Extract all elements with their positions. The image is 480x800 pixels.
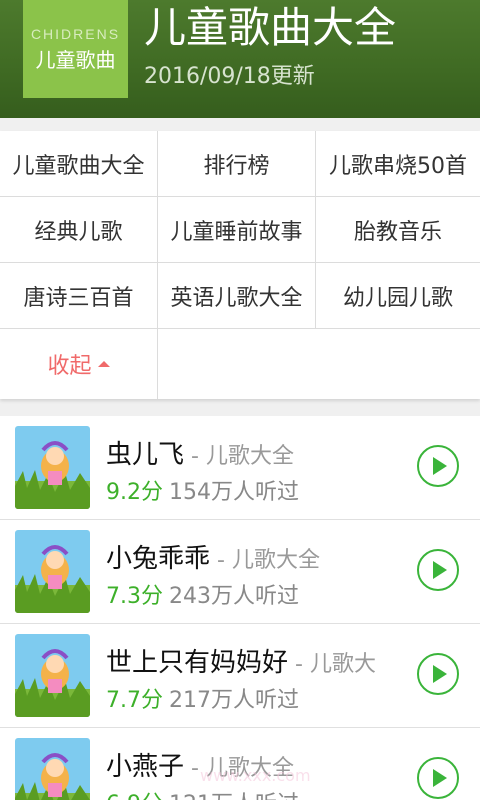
song-meta: 9.2分 154万人听过 xyxy=(106,474,299,506)
logo-chinese-text: 儿童歌曲 xyxy=(35,47,116,72)
play-icon xyxy=(433,457,447,475)
play-button[interactable] xyxy=(417,653,459,695)
song-row[interactable]: 虫儿飞 - 儿歌大全 9.2分 154万人听过 xyxy=(0,416,480,520)
song-subtitle: - 儿歌大全 xyxy=(184,444,294,469)
category-item[interactable]: 儿歌串烧50首 xyxy=(316,131,480,197)
song-title: 世上只有妈妈好 xyxy=(106,648,289,678)
song-subtitle: - 儿歌大 xyxy=(288,652,376,677)
song-meta: 6.9分 121万人听过 xyxy=(106,786,299,800)
song-list: 虫儿飞 - 儿歌大全 9.2分 154万人听过 小兔乖乖 - 儿歌大全 7.3分 2… xyxy=(0,416,480,800)
category-item[interactable]: 胎教音乐 xyxy=(316,197,480,263)
song-title: 小燕子 xyxy=(106,752,185,782)
song-thumbnail xyxy=(15,738,90,800)
song-thumbnail xyxy=(15,426,90,509)
category-grid: 儿童歌曲大全 排行榜 儿歌串烧50首 经典儿歌 儿童睡前故事 胎教音乐 唐诗三百… xyxy=(0,131,480,399)
app-logo: CHIDRENS 儿童歌曲 xyxy=(23,0,128,98)
song-score: 7.7分 xyxy=(106,688,163,713)
song-subtitle: - 儿歌大全 xyxy=(210,548,320,573)
play-button[interactable] xyxy=(417,445,459,487)
play-icon xyxy=(433,665,447,683)
song-thumbnail xyxy=(15,634,90,717)
song-title: 虫儿飞 xyxy=(106,440,185,470)
song-listeners: 121万人听过 xyxy=(169,792,299,800)
category-item[interactable]: 儿童睡前故事 xyxy=(158,197,316,263)
song-score: 9.2分 xyxy=(106,480,163,505)
category-item[interactable]: 排行榜 xyxy=(158,131,316,197)
collapse-button[interactable]: 收起 xyxy=(0,329,158,399)
play-icon xyxy=(433,561,447,579)
song-title-line: 虫儿飞 - 儿歌大全 xyxy=(106,434,294,471)
song-meta: 7.3分 243万人听过 xyxy=(106,578,299,610)
caret-up-icon xyxy=(97,361,110,367)
app-title: 儿童歌曲大全 xyxy=(144,3,397,52)
category-item[interactable]: 经典儿歌 xyxy=(0,197,158,263)
song-score: 7.3分 xyxy=(106,584,163,609)
song-row[interactable]: 世上只有妈妈好 - 儿歌大 7.7分 217万人听过 xyxy=(0,624,480,728)
logo-english-text: CHIDRENS xyxy=(30,25,121,42)
play-icon xyxy=(433,769,447,787)
app-header: CHIDRENS 儿童歌曲 儿童歌曲大全 2016/09/18更新 xyxy=(0,0,480,118)
watermark-text: www.xxx.com xyxy=(200,766,311,785)
song-listeners: 217万人听过 xyxy=(169,688,299,713)
category-item[interactable]: 唐诗三百首 xyxy=(0,263,158,329)
category-item[interactable]: 幼儿园儿歌 xyxy=(316,263,480,329)
song-thumbnail xyxy=(15,530,90,613)
song-title-line: 小兔乖乖 - 儿歌大全 xyxy=(106,538,320,575)
song-listeners: 154万人听过 xyxy=(169,480,299,505)
category-item[interactable]: 儿童歌曲大全 xyxy=(0,131,158,197)
update-date: 2016/09/18更新 xyxy=(144,64,315,89)
song-score: 6.9分 xyxy=(106,792,163,800)
song-row[interactable]: 小兔乖乖 - 儿歌大全 7.3分 243万人听过 xyxy=(0,520,480,624)
play-button[interactable] xyxy=(417,549,459,591)
song-title: 小兔乖乖 xyxy=(106,544,211,574)
song-meta: 7.7分 217万人听过 xyxy=(106,682,299,714)
play-button[interactable] xyxy=(417,757,459,799)
song-row[interactable]: 小燕子 - 儿歌大全 6.9分121万人听过 xyxy=(0,728,480,800)
song-listeners: 243万人听过 xyxy=(169,584,299,609)
category-item[interactable]: 英语儿歌大全 xyxy=(158,263,316,329)
song-title-line: 世上只有妈妈好 - 儿歌大 xyxy=(106,642,376,679)
collapse-label: 收起 xyxy=(47,354,92,379)
